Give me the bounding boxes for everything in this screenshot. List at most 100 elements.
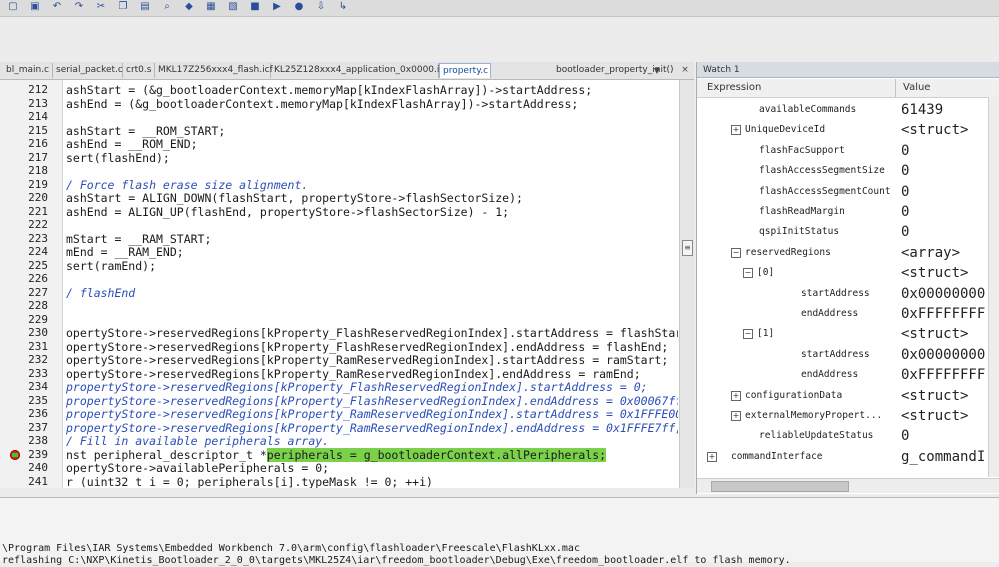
watch-value[interactable]: 0 bbox=[901, 142, 909, 160]
tab-4[interactable]: KL25Z128xxx4_application_0x0000.icf bbox=[271, 63, 448, 78]
line-number: 241 bbox=[28, 474, 48, 488]
column-divider[interactable] bbox=[895, 79, 896, 97]
line-number: 217 bbox=[28, 150, 48, 164]
collapse-icon[interactable]: − bbox=[731, 247, 741, 258]
watch-expression: configurationData bbox=[745, 389, 843, 401]
watch-value[interactable]: g_commandI bbox=[901, 448, 985, 466]
watch-horizontal-scrollbar[interactable] bbox=[697, 478, 999, 493]
splitter-handle-icon[interactable]: ≡ bbox=[682, 240, 693, 256]
watch-value[interactable]: 0xFFFFFFFF bbox=[901, 305, 985, 323]
code-editor[interactable]: 212 ashStart = (&g_bootloaderContext.memo… bbox=[0, 80, 694, 488]
code-line: 235 propertyStore->reservedRegions[kPrope… bbox=[0, 394, 680, 408]
download-icon[interactable]: ⇩ bbox=[314, 1, 328, 13]
cut-icon[interactable]: ✂ bbox=[94, 1, 108, 13]
tab-5[interactable]: property.c bbox=[439, 63, 491, 78]
debug-icon[interactable]: ▶ bbox=[270, 1, 284, 13]
line-number: 223 bbox=[28, 231, 48, 245]
function-selector[interactable]: bootloader_property_init() ▼ bbox=[556, 63, 674, 78]
watch-row[interactable]: − [0] <struct> bbox=[697, 263, 999, 283]
scrollbar-thumb[interactable] bbox=[711, 481, 849, 492]
tab-3[interactable]: MKL17Z256xxx4_flash.icf bbox=[155, 63, 273, 78]
watch-row[interactable]: availableCommands 61439 bbox=[697, 100, 999, 120]
collapse-icon[interactable]: − bbox=[743, 329, 753, 340]
watch-expression: flashAccessSegmentSize bbox=[759, 165, 885, 177]
watch-value[interactable]: 0 bbox=[901, 183, 909, 201]
expression-column-header[interactable]: Expression bbox=[707, 79, 761, 97]
code-line: 214 bbox=[0, 110, 680, 124]
watch-value[interactable]: 0x00000000 bbox=[901, 285, 985, 303]
line-number: 213 bbox=[28, 96, 48, 110]
make-icon[interactable]: ▧ bbox=[226, 1, 240, 13]
code-text: propertyStore->reservedRegions[kProperty… bbox=[66, 407, 678, 421]
tab-label: KL25Z128xxx4_application_0x0000.icf bbox=[274, 65, 448, 75]
watch-value[interactable]: 0xFFFFFFFF bbox=[901, 366, 985, 384]
watch-value[interactable]: <struct> bbox=[901, 121, 968, 139]
tab-label: bl_main.c bbox=[6, 65, 50, 75]
open-icon[interactable]: ▢ bbox=[6, 1, 20, 13]
code-text: opertyStore->reservedRegions[kProperty_R… bbox=[66, 353, 669, 367]
watch-row[interactable]: startAddress 0x00000000 bbox=[697, 345, 999, 365]
watch-row[interactable]: + commandInterface g_commandI bbox=[697, 447, 999, 467]
watch-value[interactable]: 0x00000000 bbox=[901, 346, 985, 364]
stop-icon[interactable]: ■ bbox=[248, 1, 262, 13]
watch-value[interactable]: <struct> bbox=[901, 325, 968, 343]
watch-value[interactable]: <struct> bbox=[901, 407, 968, 425]
collapse-icon[interactable]: − bbox=[743, 268, 753, 279]
watch-row[interactable]: flashFacSupport 0 bbox=[697, 141, 999, 161]
expand-icon[interactable]: + bbox=[731, 411, 741, 421]
code-line: 225 sert(ramEnd); bbox=[0, 259, 680, 273]
copy-icon[interactable]: ❐ bbox=[116, 1, 130, 13]
find-icon[interactable]: ⌕ bbox=[160, 1, 174, 13]
code-text: / Force flash erase size alignment. bbox=[66, 177, 309, 192]
watch-row[interactable]: reliableUpdateStatus 0 bbox=[697, 426, 999, 446]
paste-icon[interactable]: ▤ bbox=[138, 1, 152, 13]
tab-1[interactable]: serial_packet.c bbox=[53, 63, 123, 78]
watch-value[interactable]: <array> bbox=[901, 244, 960, 262]
expand-icon[interactable]: + bbox=[731, 390, 741, 401]
watch-row[interactable]: + UniqueDeviceId <struct> bbox=[697, 120, 999, 140]
tab-2[interactable]: crt0.s bbox=[123, 63, 155, 78]
watch-row[interactable]: + externalMemoryPropert... <struct> bbox=[697, 406, 999, 426]
undo-icon[interactable]: ↶ bbox=[50, 1, 64, 13]
watch-value[interactable]: 61439 bbox=[901, 101, 943, 119]
editor-tab-bar: bootloader_property_init() ▼ × bl_main.c… bbox=[0, 62, 694, 80]
line-number: 235 bbox=[28, 393, 48, 407]
watch-row[interactable]: flashAccessSegmentCount 0 bbox=[697, 182, 999, 202]
watch-expression: [0] bbox=[757, 267, 775, 279]
watch-row[interactable]: flashReadMargin 0 bbox=[697, 202, 999, 222]
watch-row[interactable]: − [1] <struct> bbox=[697, 324, 999, 344]
watch-row[interactable]: flashAccessSegmentSize 0 bbox=[697, 161, 999, 181]
watch-row[interactable]: endAddress 0xFFFFFFFF bbox=[697, 365, 999, 385]
compile-icon[interactable]: ▦ bbox=[204, 1, 218, 13]
watch-value[interactable]: <struct> bbox=[901, 264, 968, 282]
expand-icon[interactable]: + bbox=[707, 451, 717, 462]
watch-value[interactable]: 0 bbox=[901, 203, 909, 221]
watch-value[interactable]: 0 bbox=[901, 427, 909, 445]
line-number: 227 bbox=[28, 285, 48, 299]
value-column-header[interactable]: Value bbox=[903, 79, 930, 97]
code-text: ashStart = ALIGN_DOWN(flashStart, proper… bbox=[66, 191, 523, 205]
code-line: 220 ashStart = ALIGN_DOWN(flashStart, pro… bbox=[0, 191, 680, 205]
redo-icon[interactable]: ↷ bbox=[72, 1, 86, 13]
breakpoint-icon[interactable]: ● bbox=[292, 1, 306, 13]
watch-row[interactable]: endAddress 0xFFFFFFFF bbox=[697, 304, 999, 324]
tab-0[interactable]: bl_main.c bbox=[3, 63, 53, 78]
watch-row[interactable]: qspiInitStatus 0 bbox=[697, 222, 999, 242]
tab-label: crt0.s bbox=[126, 65, 152, 75]
watch-value[interactable]: <struct> bbox=[901, 387, 968, 405]
code-line: 213 ashEnd = (&g_bootloaderContext.memory… bbox=[0, 97, 680, 111]
save-icon[interactable]: ▣ bbox=[28, 1, 42, 13]
step-icon[interactable]: ↳ bbox=[336, 1, 350, 13]
editor-vertical-scrollbar[interactable]: ≡ bbox=[679, 80, 694, 488]
line-number: 214 bbox=[28, 110, 48, 123]
watch-row[interactable]: startAddress 0x00000000 bbox=[697, 284, 999, 304]
expand-icon[interactable]: + bbox=[731, 125, 741, 136]
watch-row[interactable]: + configurationData <struct> bbox=[697, 386, 999, 406]
breakpoint-icon[interactable] bbox=[10, 449, 20, 460]
watch-value[interactable]: 0 bbox=[901, 223, 909, 241]
line-number: 220 bbox=[28, 191, 48, 204]
close-icon[interactable]: × bbox=[680, 63, 690, 78]
watch-row[interactable]: − reservedRegions <array> bbox=[697, 243, 999, 263]
bookmark-icon[interactable]: ◆ bbox=[182, 1, 196, 13]
watch-value[interactable]: 0 bbox=[901, 162, 909, 180]
